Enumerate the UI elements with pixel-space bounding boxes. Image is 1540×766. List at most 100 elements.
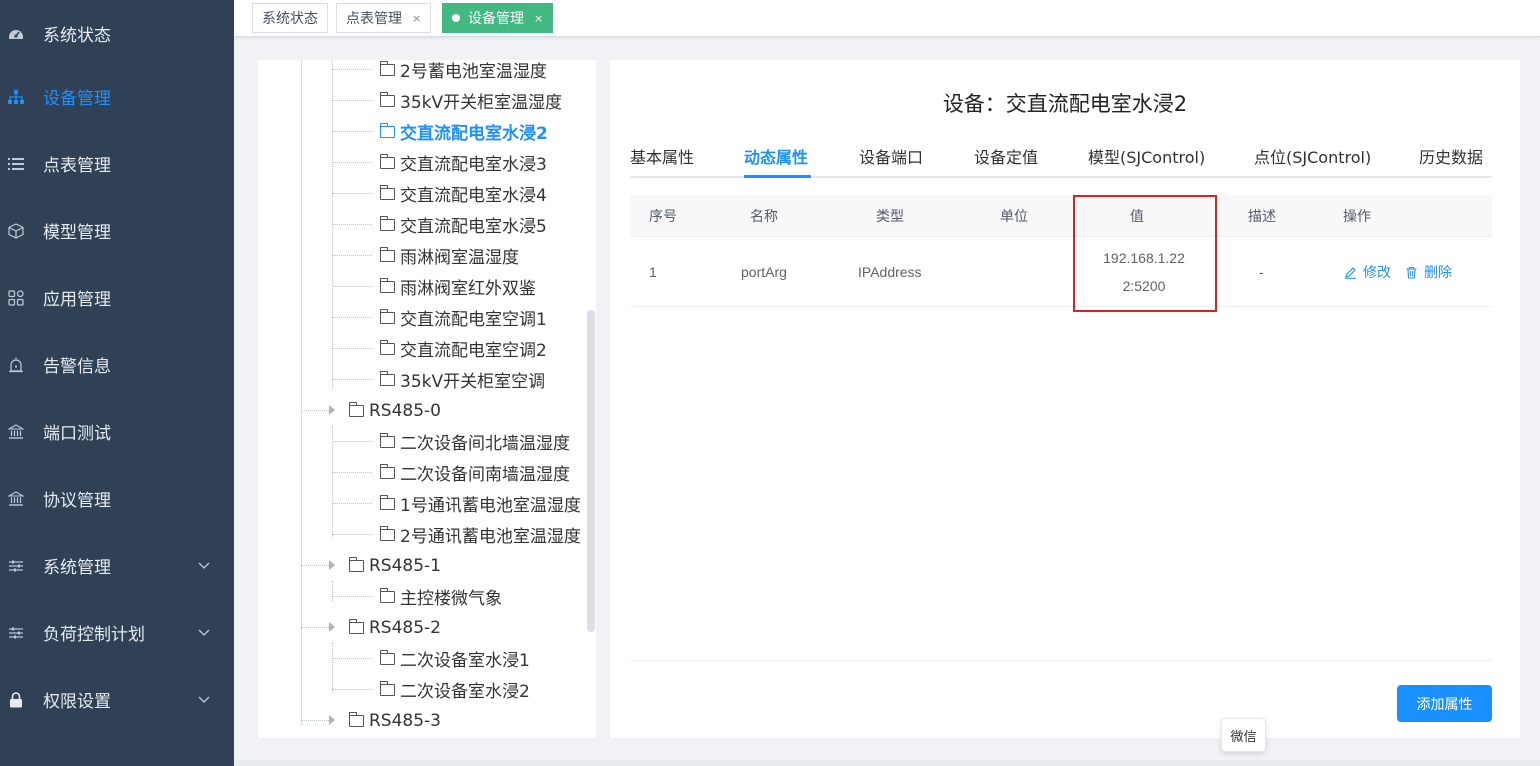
- tag-device-management[interactable]: 设备管理 ×: [442, 3, 554, 33]
- sidebar-item-label: 负荷控制计划: [43, 625, 145, 645]
- tree-node[interactable]: 35kV开关柜室空调: [380, 364, 545, 395]
- tag-label: 设备管理: [468, 11, 524, 27]
- folder-icon: [349, 618, 364, 634]
- tag-label: 点表管理: [346, 11, 402, 27]
- sidebar-item-system-management[interactable]: 系统管理: [0, 532, 234, 599]
- tree-node-group[interactable]: RS485-1: [349, 550, 441, 581]
- tree-node-label: 2号通讯蓄电池室温湿度: [400, 527, 581, 547]
- tree-node[interactable]: 交直流配电室空调1: [380, 302, 547, 333]
- footer-divider: [630, 660, 1492, 661]
- bank-icon: [8, 490, 24, 507]
- sidebar-item-label: 权限设置: [43, 692, 111, 712]
- close-icon[interactable]: ×: [534, 12, 543, 25]
- tab-model[interactable]: 模型(SJControl): [1088, 144, 1205, 168]
- tree-node[interactable]: 雨淋阀室红外双鉴: [380, 271, 536, 302]
- folder-icon: [380, 60, 395, 76]
- add-property-button[interactable]: 添加属性: [1397, 685, 1492, 722]
- edit-button[interactable]: 修改: [1344, 262, 1391, 282]
- expand-caret-icon[interactable]: [329, 560, 335, 570]
- tree-node-label: 雨淋阀室红外双鉴: [400, 279, 536, 299]
- tree-node[interactable]: 交直流配电室空调2: [380, 333, 547, 364]
- tree-node-group[interactable]: RS485-2: [349, 612, 441, 643]
- sidebar-item-app-management[interactable]: 应用管理: [0, 264, 234, 331]
- tree-node-group[interactable]: RS485-0: [349, 395, 441, 426]
- tree-node-selected[interactable]: 交直流配电室水浸2: [380, 116, 548, 147]
- cell-name: portArg: [741, 264, 787, 280]
- folder-icon: [380, 649, 395, 665]
- cell-description: -: [1259, 264, 1264, 280]
- tree-node-label: 交直流配电室水浸4: [400, 186, 547, 206]
- tree-node[interactable]: 35kV开关柜室温湿度: [380, 85, 562, 116]
- cube-icon: [8, 222, 24, 239]
- sidebar-item-protocol-management[interactable]: 协议管理: [0, 465, 234, 532]
- trash-icon: [1406, 266, 1417, 279]
- tree-node[interactable]: 交直流配电室水浸5: [380, 209, 547, 240]
- tag-system-status[interactable]: 系统状态: [252, 3, 328, 33]
- tree-node[interactable]: 交直流配电室水浸3: [380, 147, 547, 178]
- tree-node[interactable]: 二次设备室水浸2: [380, 674, 530, 705]
- list-icon: [8, 156, 24, 172]
- chevron-down-icon: [198, 557, 210, 575]
- alarm-icon: [8, 357, 24, 373]
- sidebar-item-point-table[interactable]: 点表管理: [0, 130, 234, 197]
- sidebar-item-system-status[interactable]: 系统状态: [0, 0, 234, 67]
- close-icon[interactable]: ×: [412, 12, 421, 25]
- tag-point-table[interactable]: 点表管理 ×: [336, 3, 432, 33]
- lock-icon: [8, 691, 24, 708]
- tab-basic-properties[interactable]: 基本属性: [630, 144, 694, 168]
- tree-node-label: 二次设备室水浸1: [400, 651, 530, 671]
- expand-caret-icon[interactable]: [329, 715, 335, 725]
- tab-device-ports[interactable]: 设备端口: [859, 144, 923, 168]
- tree-node[interactable]: 二次设备室水浸1: [380, 643, 530, 674]
- expand-caret-icon[interactable]: [329, 622, 335, 632]
- sidebar-item-device-management[interactable]: 设备管理: [0, 63, 234, 130]
- tree-node-label: 交直流配电室水浸2: [400, 124, 548, 144]
- sidebar-item-permission-settings[interactable]: 权限设置: [0, 666, 234, 733]
- folder-icon: [349, 556, 364, 572]
- column-header-unit: 单位: [1000, 209, 1028, 225]
- tree-node[interactable]: 2号蓄电池室温湿度: [380, 60, 547, 85]
- column-header-index: 序号: [649, 209, 677, 225]
- sidebar-item-load-control-plan[interactable]: 负荷控制计划: [0, 599, 234, 666]
- sidebar-item-port-test[interactable]: 端口测试: [0, 398, 234, 465]
- tree-node[interactable]: 1号通讯蓄电池室温湿度: [380, 488, 581, 519]
- bank-icon: [8, 423, 24, 440]
- column-header-actions: 操作: [1343, 209, 1371, 225]
- sidebar-item-model-management[interactable]: 模型管理: [0, 197, 234, 264]
- delete-button[interactable]: 删除: [1405, 262, 1452, 282]
- folder-icon: [380, 494, 395, 510]
- delete-label: 删除: [1424, 265, 1452, 281]
- folder-icon: [380, 184, 395, 200]
- tree-node[interactable]: 交直流配电室水浸4: [380, 178, 547, 209]
- tree-node-group[interactable]: RS485-3: [349, 705, 441, 736]
- tree-node-label: 主控楼微气象: [400, 589, 502, 609]
- expand-caret-icon[interactable]: [329, 405, 335, 415]
- tree-node[interactable]: 2号通讯蓄电池室温湿度: [380, 519, 581, 550]
- tab-points[interactable]: 点位(SJControl): [1254, 144, 1371, 168]
- active-dot-icon: [452, 14, 460, 22]
- sidebar-item-label: 协议管理: [43, 491, 111, 511]
- sidebar-item-label: 系统管理: [43, 558, 111, 578]
- folder-icon: [380, 463, 395, 479]
- sidebar-item-alarm-info[interactable]: 告警信息: [0, 331, 234, 398]
- tree-node[interactable]: 二次设备间南墙温湿度: [380, 457, 570, 488]
- tree-node-label: 交直流配电室空调1: [400, 310, 547, 330]
- tree-scrollbar[interactable]: [587, 310, 595, 632]
- tree-node-label: 1号通讯蓄电池室温湿度: [400, 496, 581, 516]
- sidebar-item-label: 应用管理: [43, 290, 111, 310]
- folder-icon: [380, 122, 395, 138]
- tab-dynamic-properties[interactable]: 动态属性: [744, 144, 808, 168]
- tree-node-label: RS485-0: [369, 400, 442, 421]
- tree-node[interactable]: 主控楼微气象: [380, 581, 502, 612]
- tree-node[interactable]: 二次设备间北墙温湿度: [380, 426, 570, 457]
- column-header-type: 类型: [876, 209, 904, 225]
- apps-icon: [8, 289, 24, 306]
- folder-icon: [380, 153, 395, 169]
- cell-actions: 修改 删除: [1344, 237, 1452, 307]
- sidebar-item-label: 端口测试: [43, 424, 111, 444]
- tree-node[interactable]: 雨淋阀室温湿度: [380, 240, 519, 271]
- tree-node-label: 35kV开关柜室温湿度: [400, 93, 563, 113]
- tab-device-settings[interactable]: 设备定值: [974, 144, 1038, 168]
- tree-node-label: 交直流配电室水浸5: [400, 217, 547, 237]
- tab-history-data[interactable]: 历史数据: [1419, 144, 1483, 168]
